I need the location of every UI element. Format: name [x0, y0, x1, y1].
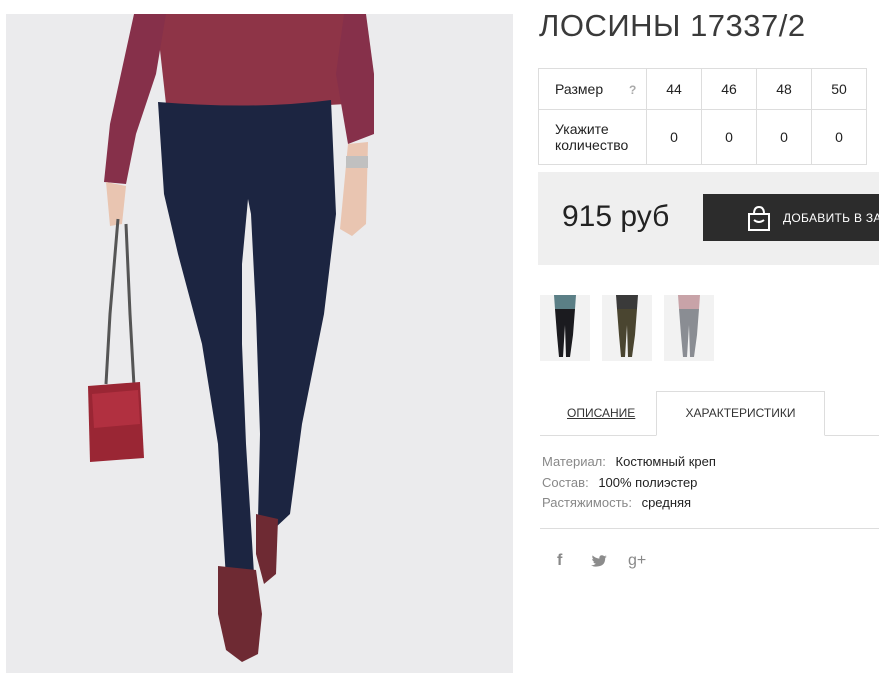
size-label-cell: Размер ?: [538, 68, 647, 110]
add-to-cart-button[interactable]: ДОБАВИТЬ В ЗА: [703, 194, 879, 241]
size-help-icon[interactable]: ?: [629, 83, 636, 97]
color-thumbnail-grey[interactable]: [664, 295, 714, 361]
shopping-bag-icon: [745, 204, 773, 235]
price-box: 915 руб ДОБАВИТЬ В ЗА: [538, 172, 879, 265]
property-value: 100% полиэстер: [598, 474, 698, 490]
property-value: Костюмный креп: [615, 454, 716, 469]
size-48: 48: [756, 68, 812, 110]
product-photo-illustration: [6, 14, 513, 673]
property-key: Растяжимость:: [542, 495, 632, 510]
quantity-input-50[interactable]: 0: [811, 109, 867, 165]
tab-description[interactable]: ОПИСАНИЕ: [567, 406, 635, 420]
thumbnail-grey-illustration: [664, 295, 714, 361]
color-thumbnail-black[interactable]: [540, 295, 590, 361]
size-44: 44: [646, 68, 702, 110]
color-thumbnail-olive[interactable]: [602, 295, 652, 361]
add-to-cart-label: ДОБАВИТЬ В ЗА: [783, 211, 879, 225]
google-plus-icon[interactable]: g+: [628, 552, 646, 570]
property-value: средняя: [641, 495, 692, 510]
size-label: Размер: [555, 81, 604, 97]
property-row: Материал: Костюмный креп: [542, 454, 716, 475]
size-50: 50: [811, 68, 867, 110]
facebook-icon[interactable]: f: [557, 552, 562, 570]
quantity-label-cell: Укажите количество: [538, 109, 647, 165]
twitter-icon[interactable]: [591, 555, 607, 573]
tab-characteristics[interactable]: ХАРАКТЕРИСТИКИ: [656, 391, 825, 436]
section-divider: [540, 528, 879, 529]
quantity-input-46[interactable]: 0: [701, 109, 757, 165]
quantity-input-44[interactable]: 0: [646, 109, 702, 165]
thumbnail-black-illustration: [540, 295, 590, 361]
size-quantity-table: Размер ? 44 46 48 50 Укажите количество …: [538, 68, 867, 165]
size-46: 46: [701, 68, 757, 110]
product-title: ЛОСИНЫ 17337/2: [539, 8, 806, 43]
product-main-photo[interactable]: [6, 14, 513, 673]
quantity-label-line1: Укажите: [555, 121, 609, 137]
quantity-label-line2: количество: [555, 137, 629, 153]
property-row: Растяжимость: средняя: [542, 495, 716, 516]
thumbnail-olive-illustration: [602, 295, 652, 361]
quantity-input-48[interactable]: 0: [756, 109, 812, 165]
product-price: 915 руб: [562, 200, 670, 233]
property-row: Состав: 100% полиэстер: [542, 475, 716, 496]
characteristics-list: Материал: Костюмный креп Состав: 100% по…: [542, 454, 716, 516]
property-key: Состав:: [542, 474, 589, 490]
property-key: Материал:: [542, 454, 606, 469]
